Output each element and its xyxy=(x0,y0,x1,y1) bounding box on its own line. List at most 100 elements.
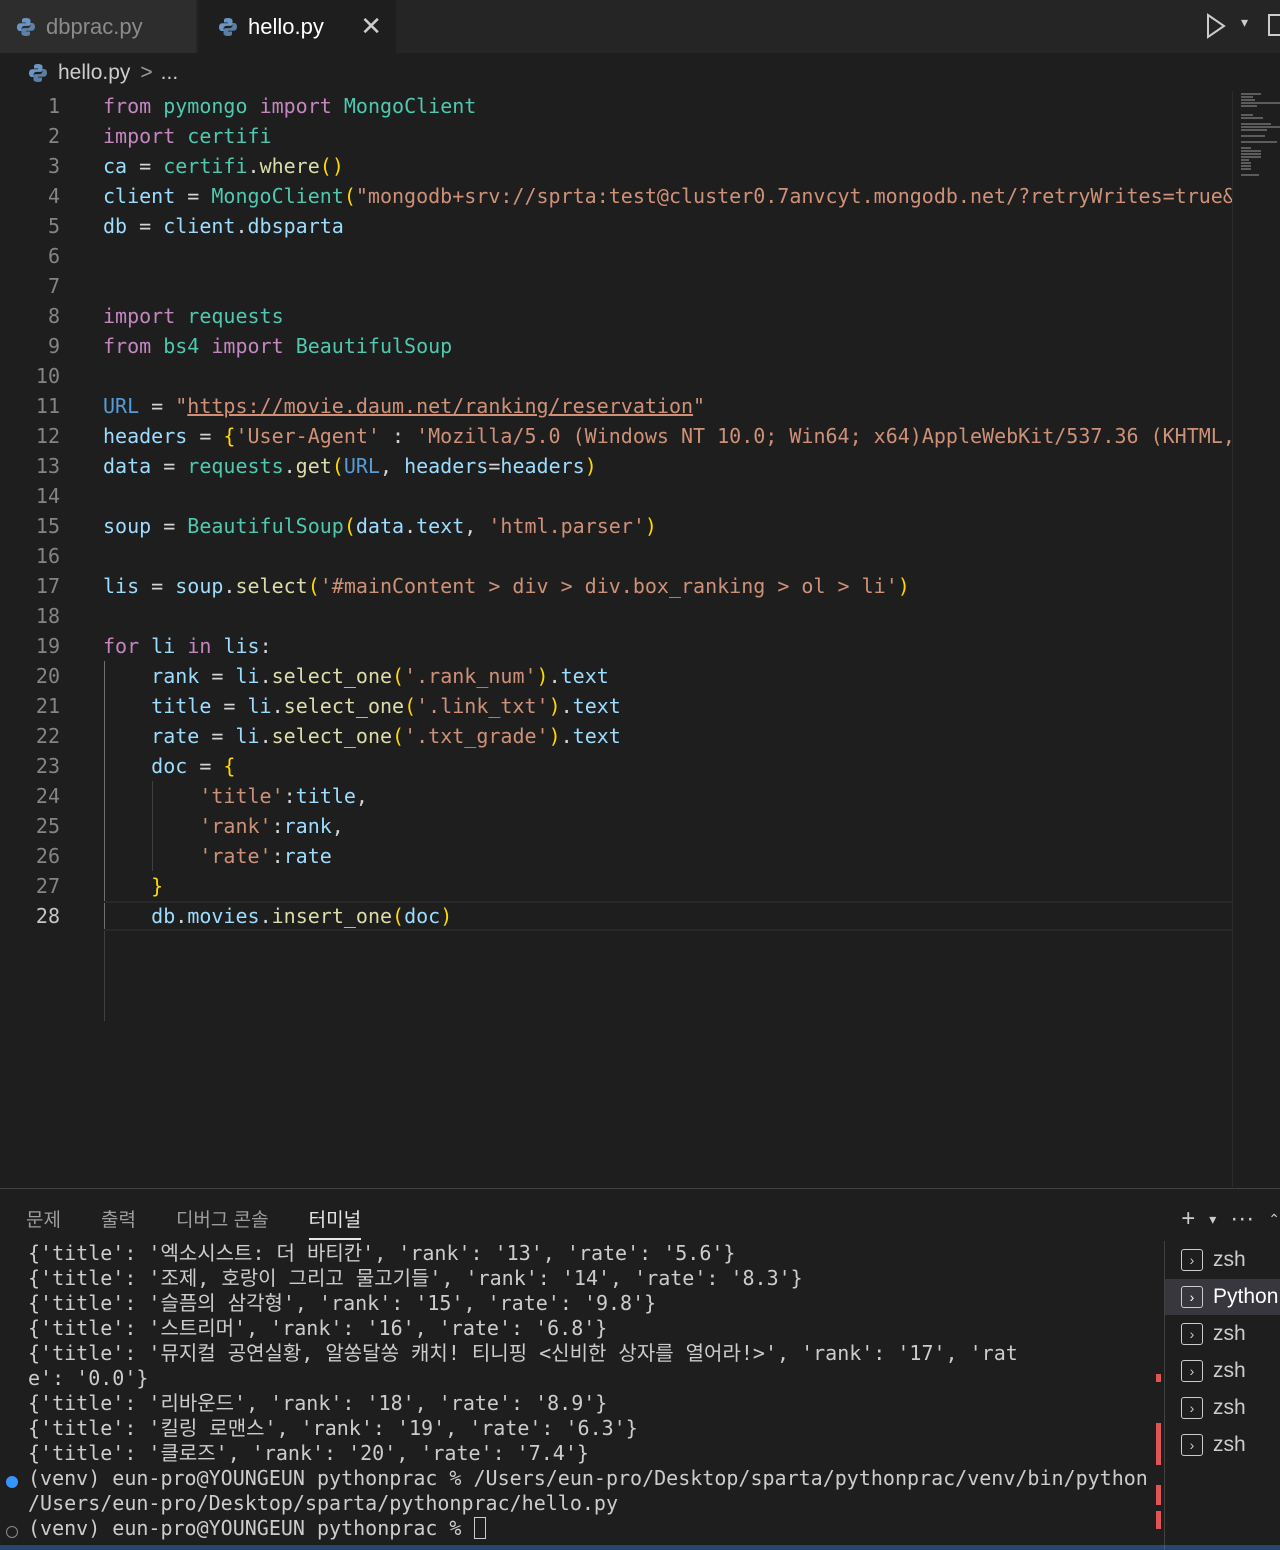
command-success-dot[interactable] xyxy=(6,1476,18,1488)
code-line[interactable]: 24 'title':title, xyxy=(0,781,1232,811)
code-line[interactable]: 16 xyxy=(0,541,1232,571)
code-line[interactable]: 9 from bs4 import BeautifulSoup xyxy=(0,331,1232,361)
code-line[interactable]: 11 URL = "https://movie.daum.net/ranking/… xyxy=(0,391,1232,421)
terminal-instance[interactable]: › zsh xyxy=(1165,1316,1280,1352)
code-token: ( xyxy=(343,514,356,538)
add-terminal-icon[interactable]: + xyxy=(1181,1205,1195,1233)
terminal-line-text: {'title': '스트리머', 'rank': '16', 'rate': … xyxy=(28,1316,608,1340)
code-token: select_one xyxy=(271,664,393,688)
minimap[interactable] xyxy=(1232,91,1280,1187)
more-actions-icon[interactable]: ··· xyxy=(1230,1205,1254,1233)
code-token: . xyxy=(548,664,561,688)
code-line[interactable]: 27 } xyxy=(0,871,1232,901)
code-token: = xyxy=(488,454,501,478)
code-text: 'rank':rank, xyxy=(103,811,1232,841)
command-pending-dot[interactable] xyxy=(6,1526,18,1538)
terminal-instance[interactable]: › zsh xyxy=(1165,1353,1280,1389)
line-number: 11 xyxy=(35,394,60,418)
code-token: . xyxy=(223,574,236,598)
code-token: = xyxy=(139,394,176,418)
terminal-line: {'title': '조제, 호랑이 그리고 물고기들', 'rank': '1… xyxy=(28,1266,803,1291)
code-line[interactable]: 4 client = MongoClient("mongodb+srv://spr… xyxy=(0,181,1232,211)
code-token: title xyxy=(295,784,356,808)
code-line[interactable]: 18 xyxy=(0,601,1232,631)
terminal-line: (venv) eun-pro@YOUNGEUN pythonprac % /Us… xyxy=(28,1466,1148,1491)
code-token: } xyxy=(151,874,164,898)
code-line[interactable]: 21 title = li.select_one('.link_txt').te… xyxy=(0,691,1232,721)
code-line[interactable]: 1 from pymongo import MongoClient xyxy=(0,91,1232,121)
tab-dbprac[interactable]: dbprac.py xyxy=(0,0,196,53)
code-token: import xyxy=(103,304,176,328)
line-number: 20 xyxy=(35,664,60,688)
terminal-icon: › xyxy=(1181,1286,1203,1308)
code-line[interactable]: 28 db.movies.insert_one(doc) xyxy=(0,901,1232,931)
terminal-line-text: {'title': '조제, 호랑이 그리고 물고기들', 'rank': '1… xyxy=(28,1266,803,1290)
run-icon[interactable] xyxy=(1204,12,1228,40)
code-token: . xyxy=(560,694,573,718)
terminal-instance[interactable]: › zsh xyxy=(1165,1390,1280,1426)
code-line[interactable]: 2 import certifi xyxy=(0,121,1232,151)
code-line[interactable]: 25 'rank':rank, xyxy=(0,811,1232,841)
code-editor[interactable]: 1 from pymongo import MongoClient 2 import … xyxy=(0,91,1232,1187)
code-text: 'title':title, xyxy=(103,781,1232,811)
code-line[interactable]: 23 doc = { xyxy=(0,751,1232,781)
scrollbar-error-mark xyxy=(1156,1423,1161,1465)
terminal-output[interactable]: {'title': '엑소시스트: 더 바티칸', 'rank': '13', … xyxy=(0,1241,1162,1550)
code-text: headers = {'User-Agent' : 'Mozilla/5.0 (… xyxy=(103,421,1232,451)
code-line[interactable]: 6 xyxy=(0,241,1232,271)
code-text: lis = soup.select('#mainContent > div > … xyxy=(103,571,1232,601)
terminal-line-text: {'title': '리바운드', 'rank': '18', 'rate': … xyxy=(28,1391,608,1415)
code-token: headers xyxy=(404,454,489,478)
code-token: ( xyxy=(343,184,356,208)
code-token: requests xyxy=(187,304,284,328)
tab-terminal[interactable]: 터미널 xyxy=(308,1205,362,1240)
code-line[interactable]: 12 headers = {'User-Agent' : 'Mozilla/5.0… xyxy=(0,421,1232,451)
chevron-up-icon[interactable]: ⌃ xyxy=(1268,1211,1280,1228)
code-line[interactable]: 10 xyxy=(0,361,1232,391)
line-number: 23 xyxy=(35,754,60,778)
tab-debug-console[interactable]: 디버그 콘솔 xyxy=(176,1205,269,1240)
terminal-instance[interactable]: › Python xyxy=(1165,1279,1280,1315)
code-token: . xyxy=(404,514,417,538)
chevron-down-icon[interactable]: ▾ xyxy=(1241,14,1248,31)
code-line[interactable]: 20 rank = li.select_one('.rank_num').tex… xyxy=(0,661,1232,691)
tab-problems[interactable]: 문제 xyxy=(26,1205,61,1240)
terminal-icon: › xyxy=(1181,1323,1203,1345)
breadcrumb-file[interactable]: hello.py xyxy=(58,61,130,85)
terminal-instance[interactable]: › zsh xyxy=(1165,1427,1280,1463)
split-editor-icon[interactable] xyxy=(1268,14,1280,36)
line-number: 1 xyxy=(47,94,60,118)
code-line[interactable]: 13 data = requests.get(URL, headers=heade… xyxy=(0,451,1232,481)
line-number: 26 xyxy=(35,844,60,868)
code-line[interactable]: 17 lis = soup.select('#mainContent > div … xyxy=(0,571,1232,601)
close-icon[interactable]: ✕ xyxy=(360,12,382,40)
code-token: : xyxy=(271,814,284,838)
chevron-down-icon[interactable]: ▾ xyxy=(1209,1211,1216,1228)
tab-hello[interactable]: hello.py ✕ xyxy=(198,0,396,53)
code-line[interactable]: 3 ca = certifi.where() xyxy=(0,151,1232,181)
code-line[interactable]: 7 xyxy=(0,271,1232,301)
breadcrumb-more[interactable]: ... xyxy=(161,61,179,85)
code-token: BeautifulSoup xyxy=(187,514,344,538)
code-line[interactable]: 5 db = client.dbsparta xyxy=(0,211,1232,241)
code-token: '.txt_grade' xyxy=(404,724,549,748)
code-line[interactable]: 19 for li in lis: xyxy=(0,631,1232,661)
code-token: : xyxy=(379,424,417,448)
code-line[interactable]: 26 'rate':rate xyxy=(0,841,1232,871)
breadcrumb-separator: > xyxy=(140,61,153,84)
line-number: 28 xyxy=(35,904,60,928)
code-line[interactable]: 15 soup = BeautifulSoup(data.text, 'html.… xyxy=(0,511,1232,541)
code-line[interactable]: 8 import requests xyxy=(0,301,1232,331)
code-line[interactable]: 22 rate = li.select_one('.txt_grade').te… xyxy=(0,721,1232,751)
code-token: text xyxy=(416,514,465,538)
code-line[interactable]: 14 xyxy=(0,481,1232,511)
terminal-line: (venv) eun-pro@YOUNGEUN pythonprac % xyxy=(28,1516,486,1541)
terminal-instance[interactable]: › zsh xyxy=(1165,1242,1280,1278)
tab-output[interactable]: 출력 xyxy=(101,1205,136,1240)
panel-bottom-edge xyxy=(0,1545,1280,1550)
